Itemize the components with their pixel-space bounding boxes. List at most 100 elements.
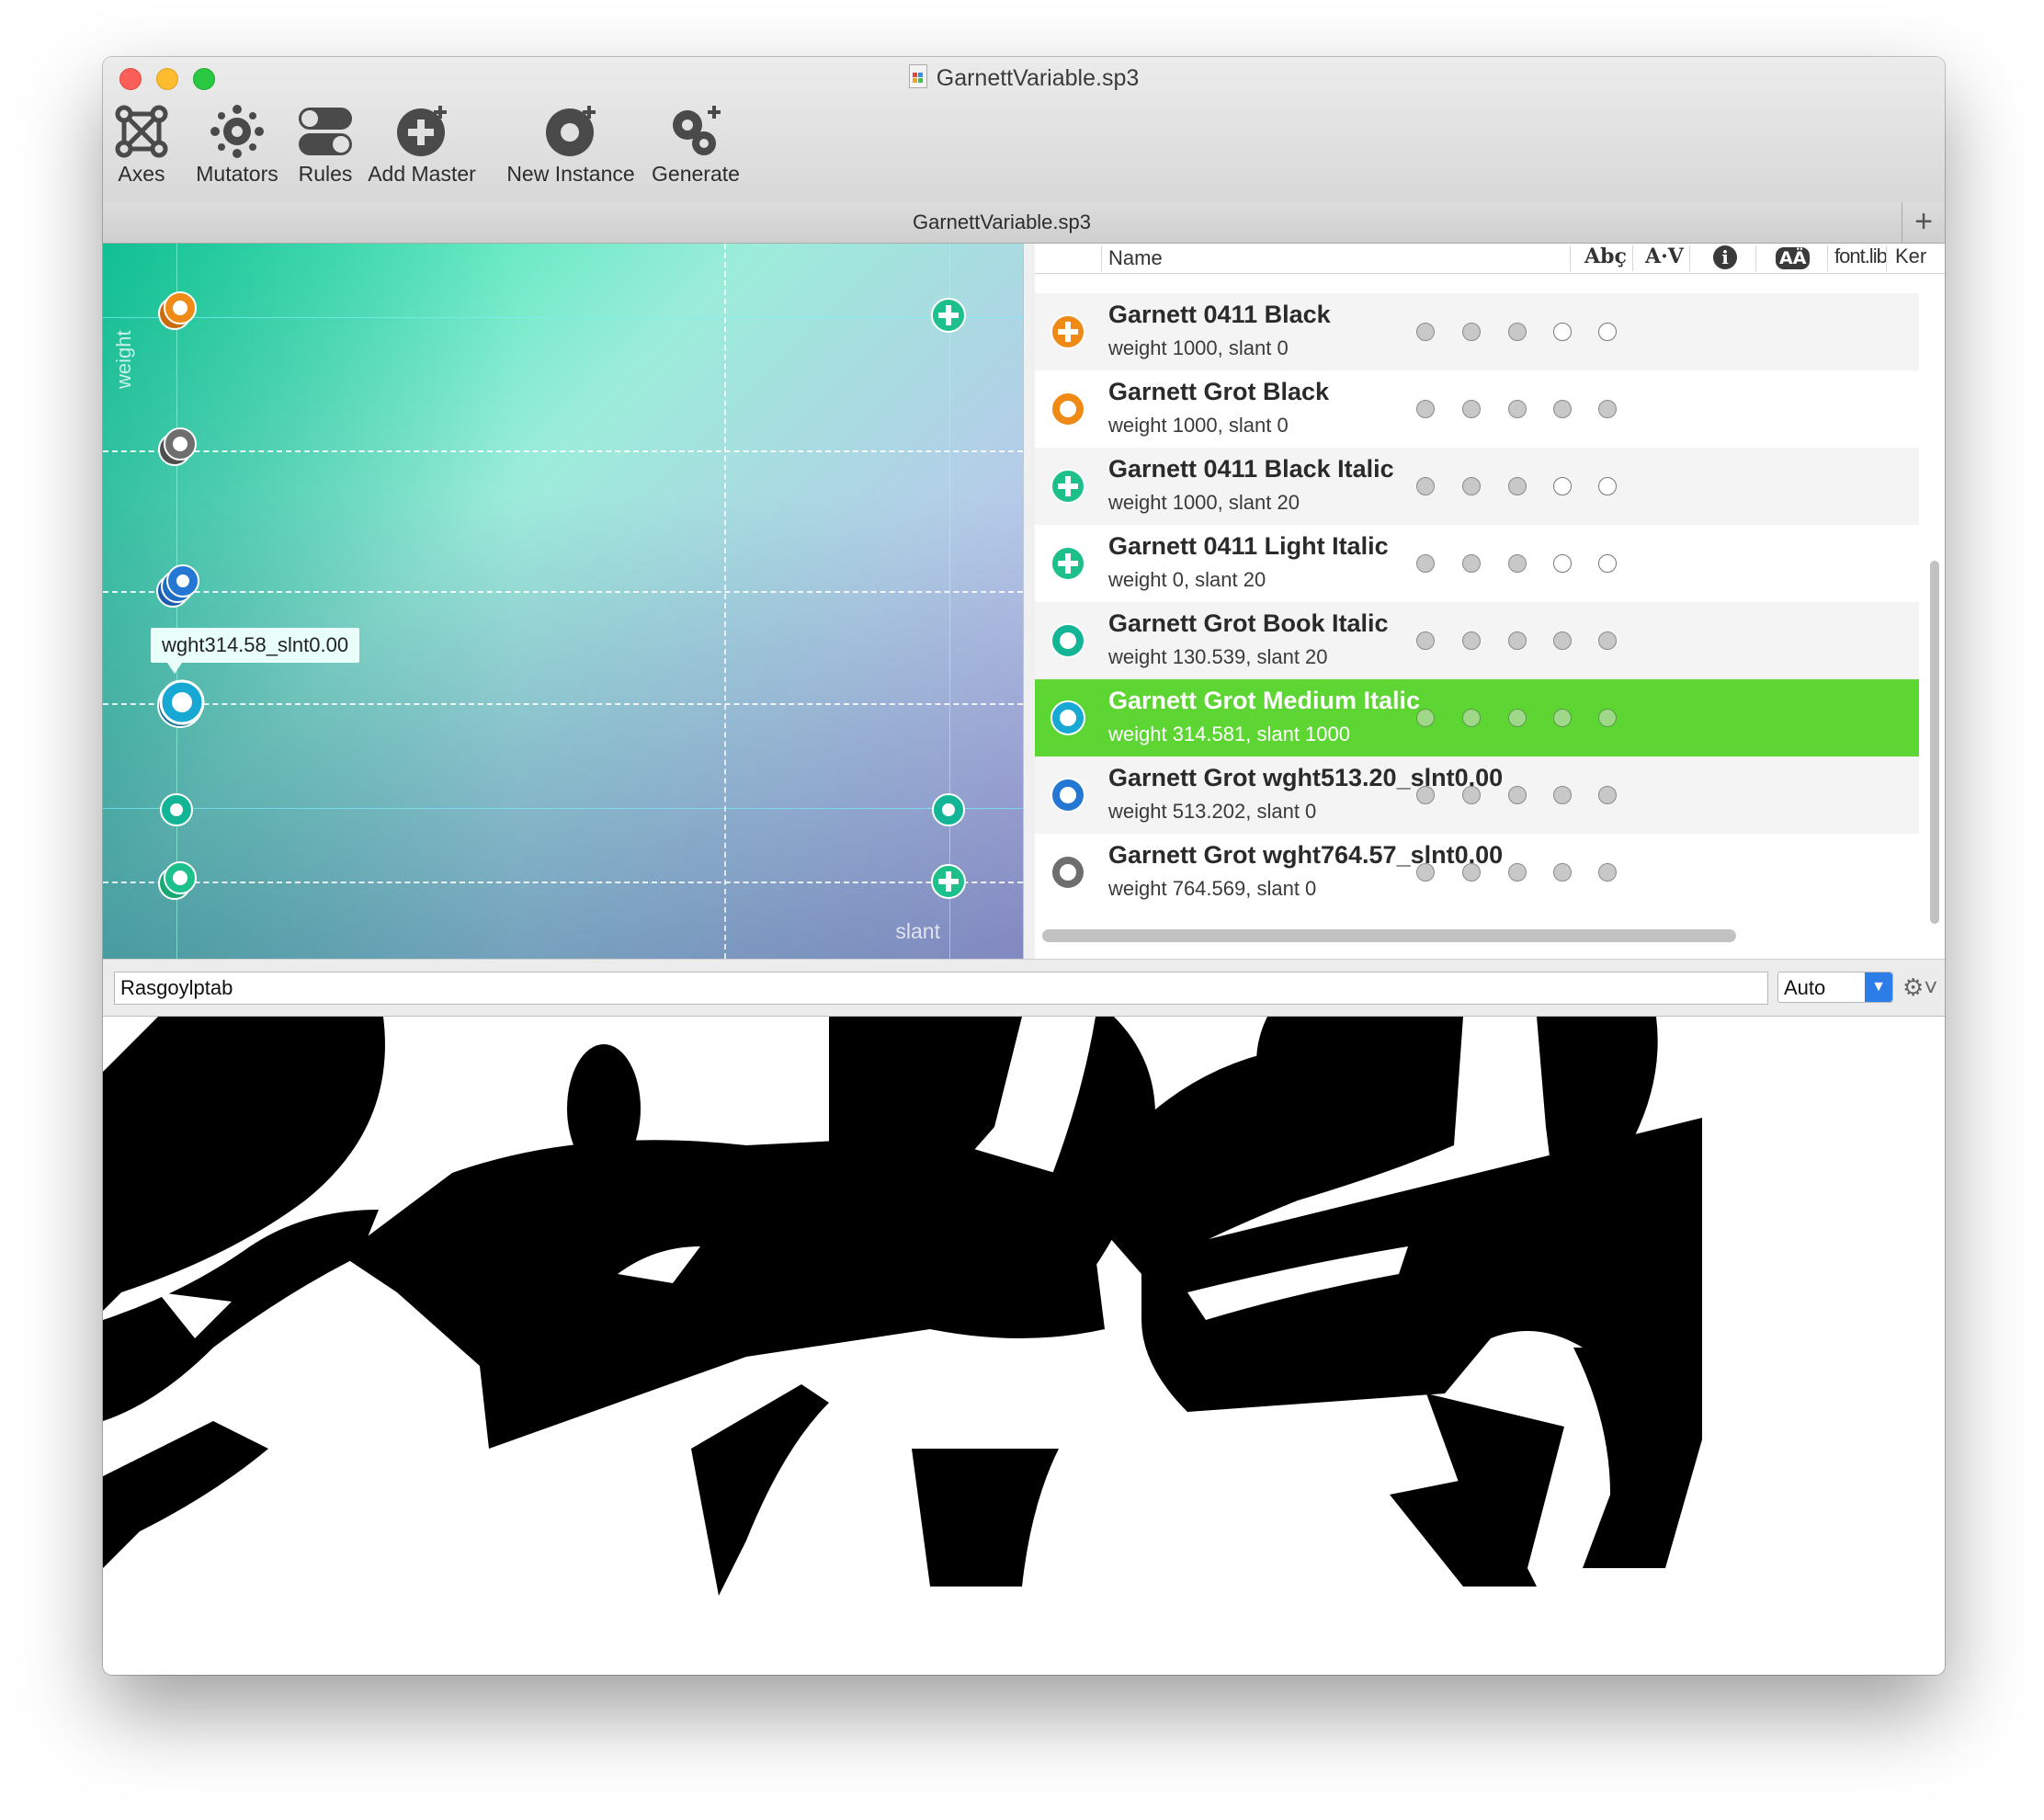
instance-flag-toggle[interactable] [1416,631,1435,650]
column-name-header[interactable]: Name [1108,246,1163,270]
instance-flag-toggle[interactable] [1598,631,1617,650]
instance-flag-toggle[interactable] [1462,786,1481,804]
instance-row[interactable]: Garnett 0411 Black weight 1000, slant 0 [1035,293,1919,370]
instance-row[interactable]: Garnett Grot Book Italic weight 130.539, … [1035,602,1919,679]
weight-axis-label: weight [112,330,135,389]
list-header: Name Abç A·V i AÄ font.lib Ker [1035,244,1945,274]
preview-size-select[interactable]: Auto ▼ [1777,972,1893,1003]
document-tab-bar: GarnettVariable.sp3 + [103,202,1945,244]
instance-name: Garnett 0411 Black [1108,301,1331,328]
gear-icon[interactable]: ⚙˅ [1902,973,1938,1002]
column-fontlib-header[interactable]: font.lib [1834,245,1888,268]
add-master-button[interactable]: Add Master [366,105,478,187]
instance-flag-toggle[interactable] [1553,631,1572,650]
instance-flag-toggle[interactable] [1553,477,1572,495]
instance-flag-toggle[interactable] [1462,400,1481,418]
instance-flag-toggle[interactable] [1598,323,1617,341]
instance-flag-toggle[interactable] [1553,709,1572,727]
axes-button-label: Axes [118,162,165,186]
instance-flag-toggle[interactable] [1462,554,1481,573]
instance-flag-toggle[interactable] [1462,863,1481,882]
instance-flag-toggle[interactable] [1416,863,1435,882]
instance-flag-toggle[interactable] [1508,323,1527,341]
column-separator [1570,245,1571,271]
selected-instance-marker[interactable] [156,676,208,731]
instance-flag-toggle[interactable] [1416,786,1435,804]
instance-flag-toggle[interactable] [1598,709,1617,727]
instance-flag-toggle[interactable] [1508,554,1527,573]
instance-name: Garnett 0411 Black Italic [1108,455,1394,483]
preview-size-value: Auto [1784,976,1826,999]
master-black-marker[interactable] [158,290,200,332]
column-case-header[interactable]: AÄ [1776,247,1811,269]
instance-flag-toggle[interactable] [1508,477,1527,495]
column-kerning-header[interactable]: A·V [1645,245,1684,268]
instance-flag-toggle[interactable] [1462,323,1481,341]
master-icon [1050,468,1086,509]
rules-button-label: Rules [298,162,353,186]
instance-flag-toggle[interactable] [1553,554,1572,573]
instance-flag-toggle[interactable] [1416,554,1435,573]
instance-flag-toggle[interactable] [1553,863,1572,882]
mutators-button[interactable]: Mutators [191,105,283,187]
instance-gray-marker[interactable] [158,426,200,468]
rules-button[interactable]: Rules [290,105,360,187]
new-instance-button[interactable]: New Instance [494,105,647,187]
instance-teal-marker[interactable] [158,791,195,828]
instance-flag-toggle[interactable] [1416,709,1435,727]
instance-flag-toggle[interactable] [1416,323,1435,341]
instance-row[interactable]: Garnett 0411 Light Italic weight 0, slant… [1035,525,1919,602]
instance-blue-marker[interactable] [156,562,204,609]
instance-flag-toggle[interactable] [1462,631,1481,650]
instance-book-italic-marker[interactable] [930,791,967,828]
add-master-icon [397,106,447,156]
instance-row-selected[interactable]: Garnett Grot Medium Italic weight 314.581… [1035,679,1919,756]
design-space-view[interactable]: weight slant wght314.58_slnt0.00 [103,244,1023,959]
instance-icon [1050,622,1086,664]
instance-flag-toggle[interactable] [1416,477,1435,495]
instance-flag-toggle[interactable] [1508,709,1527,727]
instance-flag-toggle[interactable] [1508,786,1527,804]
instance-name: Garnett Grot wght513.20_slnt0.00 [1108,764,1504,791]
column-preview-header[interactable]: Abç [1584,245,1627,268]
instance-flag-toggle[interactable] [1416,400,1435,418]
instance-flag-toggle[interactable] [1598,400,1617,418]
preview-toolbar: Rasgoylptab Auto ▼ ⚙˅ [103,964,1945,1017]
master-light-italic-marker[interactable] [930,863,967,900]
instance-icon [1050,391,1086,432]
window-title-text: GarnettVariable.sp3 [936,65,1140,91]
axes-button[interactable]: Axes [112,105,171,187]
title-bar: GarnettVariable.sp3 Axes Mutators Rules … [103,57,1945,203]
instance-flag-toggle[interactable] [1553,786,1572,804]
preview-text-input[interactable]: Rasgoylptab [114,972,1768,1005]
instance-row[interactable]: Garnett Grot wght513.20_slnt0.00 weight 5… [1035,756,1919,834]
instance-flag-toggle[interactable] [1598,554,1617,573]
chevron-down-icon: ▼ [1865,973,1892,1002]
grid-line [724,244,726,959]
master-black-italic-marker[interactable] [930,297,967,334]
instance-flag-toggle[interactable] [1598,786,1617,804]
column-kern-header[interactable]: Ker [1895,245,1926,268]
instance-flag-toggle[interactable] [1553,400,1572,418]
instance-flag-toggle[interactable] [1553,323,1572,341]
add-tab-button[interactable]: + [1902,202,1945,243]
instance-flag-toggle[interactable] [1598,477,1617,495]
instance-row[interactable]: Garnett 0411 Black Italic weight 1000, sl… [1035,448,1919,525]
instance-flag-toggle[interactable] [1462,477,1481,495]
instance-row[interactable]: Garnett Grot Black weight 1000, slant 0 [1035,370,1919,448]
instance-flag-toggle[interactable] [1508,631,1527,650]
instance-flag-toggle[interactable] [1598,863,1617,882]
horizontal-scrollbar[interactable] [1042,929,1736,942]
document-tab[interactable]: GarnettVariable.sp3 [103,210,1901,234]
instance-flag-toggle[interactable] [1462,709,1481,727]
instance-flag-toggle[interactable] [1508,863,1527,882]
instances-list: Name Abç A·V i AÄ font.lib Ker weight 76… [1035,244,1945,959]
info-icon[interactable]: i [1713,245,1737,269]
instance-row[interactable]: Garnett Grot wght764.57_slnt0.00 weight 7… [1035,834,1919,911]
instance-location: weight 1000, slant 0 [1108,414,1289,437]
generate-button[interactable]: Generate [642,105,750,187]
instance-flag-toggle[interactable] [1508,400,1527,418]
vertical-scrollbar[interactable] [1930,561,1939,924]
master-light-marker[interactable] [158,859,200,902]
instance-name: Garnett Grot Book Italic [1108,609,1389,637]
